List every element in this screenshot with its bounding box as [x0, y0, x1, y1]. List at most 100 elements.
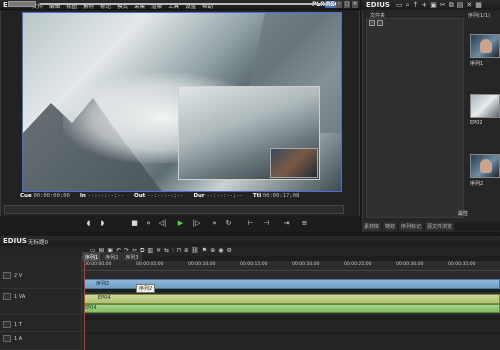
bin-logo: EDIUS	[366, 1, 390, 9]
tc-dur: Dur --:--:--;--	[193, 193, 243, 199]
property-label: 属性	[458, 211, 469, 217]
clip-ep04-video[interactable]	[84, 294, 500, 304]
project-name: 无标题0	[28, 240, 48, 246]
track-header-2v[interactable]: 2 V	[0, 271, 82, 289]
play-icon[interactable]: ▶	[176, 219, 185, 228]
timeline-toolbar	[0, 246, 500, 256]
save-icon[interactable]: ▣	[430, 1, 437, 10]
clip-tooltip: 序列2	[136, 284, 156, 293]
timeline-logo: EDIUS	[3, 237, 27, 245]
stop-icon[interactable]: ■	[130, 219, 139, 228]
clip-label: EP04	[98, 295, 111, 301]
export-icon[interactable]: ⇥	[282, 219, 291, 228]
tab-source-browser[interactable]: 源文件浏览	[425, 222, 455, 231]
time-ruler[interactable]: 00:00:00;00 00:00:05;00 00:00:10;00 00:0…	[82, 261, 500, 271]
timecode-bar: Cue 00:00:00;00 In --:--:--;-- Out --:--…	[20, 193, 340, 203]
fast-forward-icon[interactable]: »	[210, 219, 219, 228]
window-buttons: – □ ×	[336, 1, 358, 8]
add-clip-icon[interactable]: +	[421, 1, 427, 10]
tab-sequence-markers[interactable]: 序列标记	[399, 222, 424, 231]
shuttle-handle[interactable]	[8, 1, 36, 7]
insert-icon[interactable]: ⊢	[246, 219, 255, 228]
playhead[interactable]	[84, 261, 85, 350]
track-1t[interactable]	[82, 320, 500, 332]
ruler-tick: 00:00:05;00	[136, 262, 164, 267]
clip-thumbnail-ep02[interactable]	[470, 94, 500, 118]
expand-icon[interactable]: -	[369, 20, 375, 26]
tc-ttl: Ttl 00:00:17;08	[252, 193, 300, 199]
copy-icon[interactable]: ⧉	[449, 1, 454, 10]
delete-icon[interactable]: ✕	[466, 1, 472, 10]
folder-tree[interactable]	[366, 18, 464, 218]
tc-in: In --:--:--;--	[79, 193, 125, 199]
clip-face-image	[480, 159, 492, 173]
zoom-icon[interactable]: ⊕	[210, 247, 215, 255]
delete-icon[interactable]: ✕	[156, 247, 161, 255]
seek-bar[interactable]	[4, 205, 344, 214]
tc-cue: Cue 00:00:00;00	[20, 193, 70, 199]
ruler-tick: 00:00:25;00	[344, 262, 372, 267]
step-back-icon[interactable]: ◁|	[158, 219, 167, 228]
step-forward-icon[interactable]: |▷	[192, 219, 201, 228]
marker-icon[interactable]: ⚑	[202, 247, 207, 255]
clip-label: EP04	[84, 305, 97, 311]
paste-icon[interactable]: ▤	[457, 1, 464, 10]
loop-icon[interactable]: ↻	[224, 219, 233, 228]
tab-effects[interactable]: 特效	[383, 222, 398, 231]
track-header-1t[interactable]: 1 T	[0, 320, 82, 332]
minimize-icon[interactable]: –	[336, 1, 342, 8]
cut-icon[interactable]: ✂	[440, 1, 446, 10]
maximize-icon[interactable]: □	[344, 1, 350, 8]
clip-thumbnail-seq1[interactable]	[470, 34, 500, 58]
clip-caption: 序列1	[470, 61, 484, 67]
close-icon[interactable]: ×	[352, 1, 358, 8]
ruler-tick: 00:00:00;00	[84, 262, 112, 267]
group-icon[interactable]: ⧈	[184, 247, 188, 255]
clip-ep04-audio[interactable]	[84, 304, 500, 313]
root-folder-icon	[377, 20, 383, 26]
bin-toolbar: ▭ ⌕ ↑ + ▣ ✂ ⧉ ▤ ✕ ▦	[396, 1, 482, 10]
track-headers: 2 V 1 VA 1 T 1 A	[0, 256, 82, 350]
track-1a[interactable]	[82, 334, 500, 350]
paste-icon[interactable]: ▥	[147, 247, 153, 255]
track-header-1va[interactable]: 1 VA	[0, 292, 82, 315]
clip-face-image	[480, 39, 492, 53]
ruler-tick: 00:00:15;00	[240, 262, 268, 267]
tab-bin[interactable]: 素材库	[362, 222, 382, 231]
transport-controls: ◖ ◗ ■ « ◁| ▶ |▷ » ↻ ⊢ ⊣ ⇥ ≡	[0, 216, 360, 232]
mark-in-icon[interactable]: ◖	[84, 219, 93, 228]
audio-track-icon	[3, 335, 11, 342]
seek-track[interactable]	[40, 3, 335, 5]
rewind-icon[interactable]: «	[144, 219, 153, 228]
ripple-icon[interactable]: ⇆	[164, 247, 169, 255]
picture-in-picture-inner	[270, 148, 318, 178]
mark-out-icon[interactable]: ◗	[98, 219, 107, 228]
link-icon[interactable]: ⛓	[191, 247, 199, 255]
clip-list-header: 序列(1/1)	[468, 13, 490, 19]
overwrite-icon[interactable]: ⊣	[262, 219, 271, 228]
view-icon[interactable]: ▦	[475, 1, 482, 10]
ruler-tick: 00:00:20;00	[292, 262, 320, 267]
ruler-tick: 00:00:35;00	[448, 262, 476, 267]
video-audio-track-icon	[3, 293, 11, 300]
bin-tabs: 素材库 特效 序列标记 源文件浏览	[362, 222, 500, 231]
split-icon[interactable]: ⫶	[172, 247, 174, 255]
clip-caption: EP02	[470, 120, 483, 126]
menu-icon[interactable]: ≡	[300, 219, 309, 228]
up-folder-icon[interactable]: ↑	[413, 1, 419, 10]
timeline-titlebar	[0, 236, 500, 246]
track-header-1a[interactable]: 1 A	[0, 334, 82, 350]
folder-icon[interactable]: ▭	[396, 1, 403, 10]
title-track-icon	[3, 321, 11, 328]
settings-icon[interactable]: ⚙	[226, 247, 231, 255]
tree-root-node[interactable]: -	[369, 20, 383, 26]
render-icon[interactable]: ◉	[218, 247, 223, 255]
clip-label: 序列2	[96, 281, 110, 287]
clip-thumbnail-seq2[interactable]	[470, 154, 500, 178]
video-track-icon	[3, 272, 11, 279]
clip-caption: 序列2	[470, 181, 484, 187]
ruler-tick: 00:00:30;00	[396, 262, 424, 267]
snap-icon[interactable]: ⊓	[177, 247, 182, 255]
search-icon[interactable]: ⌕	[406, 1, 410, 10]
tc-out: Out --:--:--;--	[134, 193, 184, 199]
